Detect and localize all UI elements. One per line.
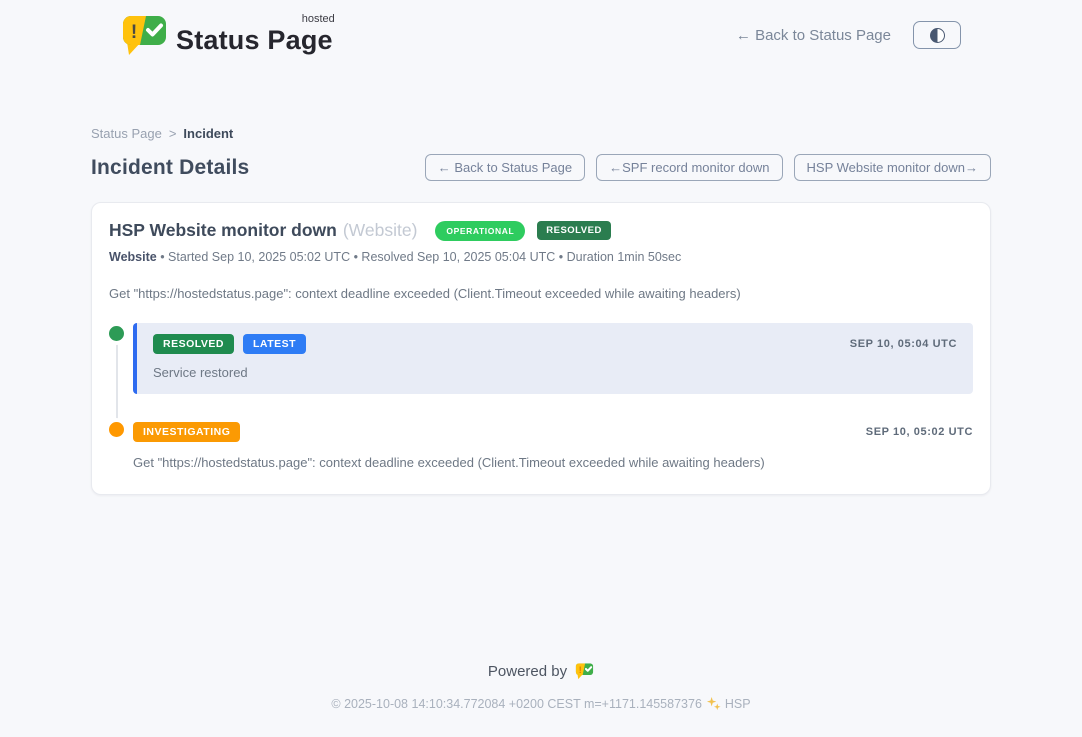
timeline-message: Service restored — [153, 365, 957, 380]
powered-by[interactable]: Powered by ! — [0, 662, 1082, 680]
incident-nav-buttons: ← Back to Status Page ←SPF record monito… — [425, 154, 991, 181]
timeline-entry-investigating: INVESTIGATING SEP 10, 05:02 UTC Get "htt… — [109, 422, 973, 470]
incident-meta-service: Website — [109, 250, 157, 264]
brand-name: Status Page — [176, 25, 333, 55]
svg-text:!: ! — [579, 665, 582, 675]
latest-badge: LATEST — [243, 334, 306, 354]
brand-logo[interactable]: ! hosted Status Page — [121, 14, 337, 56]
half-circle-icon — [930, 28, 945, 43]
timeline-highlight-box: RESOLVED LATEST SEP 10, 05:04 UTC Servic… — [133, 323, 973, 394]
back-to-status-page-button[interactable]: ← Back to Status Page — [425, 154, 585, 181]
page-title: Incident Details — [91, 156, 249, 180]
operational-status-badge: OPERATIONAL — [435, 221, 525, 241]
incident-meta-details: • Started Sep 10, 2025 05:02 UTC • Resol… — [160, 250, 681, 264]
brand-wordmark: hosted Status Page — [176, 25, 337, 56]
breadcrumb: Status Page > Incident — [91, 126, 991, 141]
breadcrumb-separator: > — [169, 126, 177, 141]
breadcrumb-incident: Incident — [183, 126, 233, 141]
sparkles-icon — [706, 696, 721, 711]
incident-title-row: HSP Website monitor down (Website) OPERA… — [109, 220, 973, 241]
timeline-entry-header: RESOLVED LATEST SEP 10, 05:04 UTC — [153, 334, 957, 354]
resolved-badge: RESOLVED — [153, 334, 234, 354]
title-row: Incident Details ← Back to Status Page ←… — [91, 154, 991, 181]
incident-timeline: RESOLVED LATEST SEP 10, 05:04 UTC Servic… — [109, 323, 973, 470]
status-page-logo-icon: ! — [121, 14, 168, 56]
incident-card: HSP Website monitor down (Website) OPERA… — [91, 202, 991, 495]
site-header: ! hosted Status Page ← Back to Status Pa… — [91, 14, 991, 56]
timeline-entry-resolved: RESOLVED LATEST SEP 10, 05:04 UTC Servic… — [109, 323, 973, 394]
header-actions: ← Back to Status Page — [736, 21, 961, 49]
timeline-timestamp: SEP 10, 05:04 UTC — [850, 338, 957, 350]
timeline-message: Get "https://hostedstatus.page": context… — [133, 455, 973, 470]
copyright-suffix: HSP — [725, 697, 751, 711]
prev-incident-button[interactable]: ←SPF record monitor down — [596, 154, 782, 181]
timeline-dot-green — [109, 326, 124, 341]
exclamation-glyph: ! — [131, 22, 137, 43]
powered-by-label: Powered by — [488, 663, 567, 680]
main-content: Status Page > Incident Incident Details … — [91, 56, 991, 495]
resolved-status-badge: RESOLVED — [537, 221, 611, 240]
back-to-status-page-link[interactable]: ← Back to Status Page — [736, 27, 891, 44]
next-incident-button[interactable]: HSP Website monitor down→ — [794, 154, 991, 181]
timeline-entry-header: INVESTIGATING SEP 10, 05:02 UTC — [133, 422, 973, 442]
incident-service-name: (Website) — [343, 220, 418, 241]
incident-title: HSP Website monitor down — [109, 220, 337, 241]
timeline-timestamp: SEP 10, 05:02 UTC — [866, 426, 973, 438]
theme-toggle-button[interactable] — [913, 21, 961, 49]
copyright-line: © 2025-10-08 14:10:34.772084 +0200 CEST … — [0, 696, 1082, 711]
status-page-logo-icon-small: ! — [575, 662, 594, 680]
copyright-text: © 2025-10-08 14:10:34.772084 +0200 CEST … — [331, 697, 702, 711]
brand-superscript: hosted — [302, 13, 335, 25]
incident-description: Get "https://hostedstatus.page": context… — [109, 286, 973, 301]
site-footer: Powered by ! © 2025-10-08 14:10:34.77208… — [0, 662, 1082, 737]
investigating-badge: INVESTIGATING — [133, 422, 240, 442]
breadcrumb-status-page[interactable]: Status Page — [91, 126, 162, 141]
incident-meta: Website • Started Sep 10, 2025 05:02 UTC… — [109, 250, 973, 264]
timeline-dot-orange — [109, 422, 124, 437]
